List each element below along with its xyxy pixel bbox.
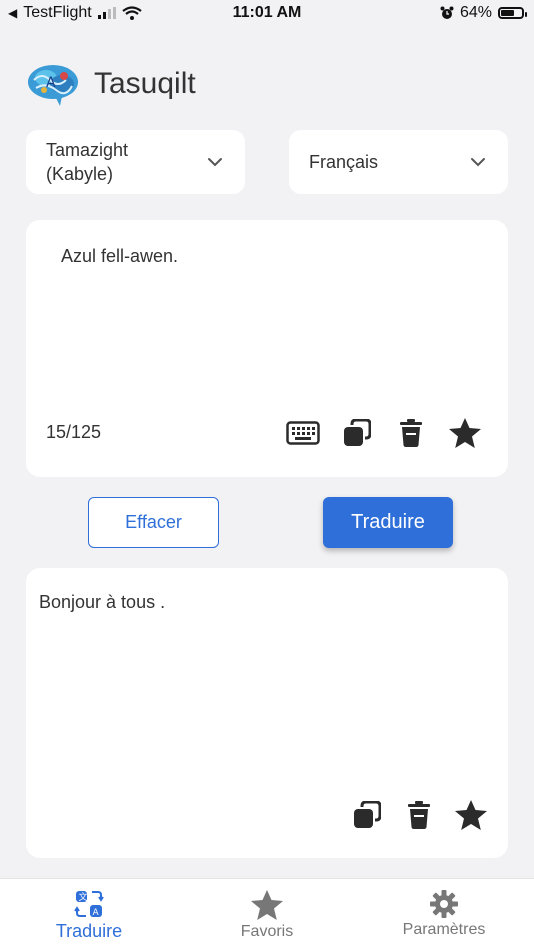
source-language-line2: (Kabyle)	[46, 164, 114, 184]
trash-icon	[400, 419, 422, 447]
status-right: 64%	[440, 4, 527, 22]
tab-traduire-label: Traduire	[55, 921, 123, 941]
star-icon	[455, 800, 487, 830]
clear-button[interactable]: Effacer	[88, 497, 219, 548]
tab-parametres-label: Paramètres	[402, 921, 486, 938]
copy-output-button[interactable]	[350, 798, 384, 832]
favorite-button[interactable]	[448, 416, 482, 450]
translate-icon: 文 A	[74, 891, 104, 918]
delete-output-button[interactable]	[402, 798, 436, 832]
target-language-label: Français	[309, 152, 379, 172]
delete-button[interactable]	[394, 416, 428, 450]
translate-button[interactable]: Traduire	[323, 497, 453, 548]
source-text-input[interactable]: Azul fell-awen.	[61, 246, 178, 267]
output-toolbar	[350, 798, 488, 832]
favorite-output-button[interactable]	[454, 798, 488, 832]
keyboard-icon	[286, 421, 320, 445]
character-counter: 15/125	[46, 422, 102, 442]
battery-percent: 64%	[459, 4, 492, 21]
tab-traduire[interactable]: 文 A Traduire	[19, 889, 159, 942]
source-text-card[interactable]: Azul fell-awen. 15/125	[26, 220, 508, 477]
copy-icon	[344, 419, 371, 446]
status-bar: ◀ TestFlight 11:01 AM 64%	[0, 0, 534, 30]
target-language-select[interactable]: Français	[289, 130, 508, 194]
tab-parametres[interactable]: Paramètres	[374, 889, 514, 939]
app-header: A Tasuqilt	[26, 62, 196, 106]
star-icon	[251, 890, 283, 920]
gear-icon	[430, 890, 458, 918]
source-language-label: Tamazight (Kabyle)	[46, 138, 207, 186]
keyboard-button[interactable]	[286, 416, 320, 450]
bottom-tab-bar: 文 A Traduire Favoris Paramètres	[0, 878, 534, 951]
trash-icon	[408, 801, 430, 829]
tab-favoris[interactable]: Favoris	[197, 889, 337, 941]
copy-icon	[354, 801, 381, 828]
tab-favoris-label: Favoris	[240, 923, 294, 940]
star-icon	[449, 418, 481, 448]
alarm-icon	[440, 6, 454, 19]
copy-button[interactable]	[340, 416, 374, 450]
brain-logo-icon: A	[28, 65, 78, 106]
translation-output-card: Bonjour à tous .	[26, 568, 508, 858]
battery-icon	[498, 7, 527, 19]
svg-text:文: 文	[79, 891, 88, 903]
source-toolbar	[286, 416, 482, 450]
source-language-line1: Tamazight	[46, 140, 129, 160]
source-language-select[interactable]: Tamazight (Kabyle)	[26, 130, 245, 194]
translation-output-text: Bonjour à tous .	[39, 592, 166, 612]
app-title: Tasuqilt	[94, 67, 196, 100]
chevron-down-icon	[471, 158, 485, 167]
chevron-down-icon	[208, 158, 222, 167]
svg-text:A: A	[93, 908, 100, 918]
logo-letter: A	[46, 75, 56, 91]
